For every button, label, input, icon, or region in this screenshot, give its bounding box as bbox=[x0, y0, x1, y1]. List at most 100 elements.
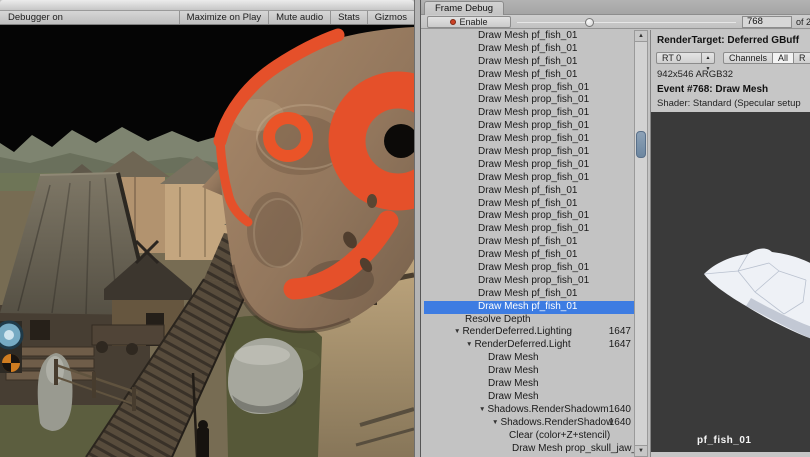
event-title: Event #768: Draw Mesh bbox=[657, 84, 768, 95]
event-label: Draw Mesh prop_fish_01 bbox=[478, 146, 589, 157]
event-row[interactable]: Draw Mesh prop_fish_01 bbox=[424, 172, 634, 185]
event-count: 1647 bbox=[609, 326, 631, 339]
tab-frame-debug[interactable]: Frame Debug bbox=[424, 1, 504, 15]
event-label: Draw Mesh pf_fish_01 bbox=[478, 56, 578, 67]
event-row[interactable]: Draw Mesh pf_fish_01 bbox=[424, 198, 634, 211]
scroll-down-icon[interactable]: ▼ bbox=[635, 445, 647, 456]
screenshot-root: Debugger on Maximize on PlayMute audioSt… bbox=[0, 0, 810, 457]
event-row[interactable]: Draw Mesh pf_fish_01 bbox=[424, 30, 634, 43]
event-label: Draw Mesh prop_fish_01 bbox=[478, 210, 589, 221]
event-row[interactable]: ▼Shadows.RenderShadowm1640 bbox=[424, 404, 634, 417]
frame-debugger-window: Frame Debug Enable 768 of 2 Draw Mesh pf… bbox=[420, 0, 810, 457]
event-row[interactable]: Draw Mesh prop_fish_01 bbox=[424, 146, 634, 159]
event-row[interactable]: Draw Mesh prop_fish_01 bbox=[424, 82, 634, 95]
event-row[interactable]: Draw Mesh prop_fish_01 bbox=[424, 133, 634, 146]
game-viewport[interactable] bbox=[0, 25, 414, 457]
event-label: Shadows.RenderShadow bbox=[500, 417, 613, 428]
event-row[interactable]: Draw Mesh prop_fish_01 bbox=[424, 262, 634, 275]
event-row[interactable]: ▼RenderDeferred.Lighting1647 bbox=[424, 326, 634, 339]
event-row[interactable]: ▼Shadows.RenderShadow1640 bbox=[424, 417, 634, 430]
rt-dropdown-caret-icon[interactable]: ▲▼ bbox=[702, 52, 715, 64]
event-row-selected[interactable]: Draw Mesh pf_fish_01 bbox=[424, 301, 634, 314]
event-row[interactable]: Draw Mesh prop_fish_01 bbox=[424, 107, 634, 120]
event-slider[interactable] bbox=[517, 16, 736, 28]
event-label: Draw Mesh pf_fish_01 bbox=[478, 288, 578, 299]
foldout-arrow-icon[interactable]: ▼ bbox=[466, 339, 472, 352]
scrollbar-thumb[interactable] bbox=[636, 131, 646, 158]
event-label: Draw Mesh prop_fish_01 bbox=[478, 133, 589, 144]
event-row[interactable]: Draw Mesh pf_fish_01 bbox=[424, 249, 634, 262]
shader-info: Shader: Standard (Specular setup bbox=[657, 98, 801, 109]
enable-button[interactable]: Enable bbox=[427, 16, 511, 28]
event-number-field[interactable]: 768 bbox=[742, 16, 792, 28]
event-row[interactable]: Draw Mesh prop_skull_jaw_r bbox=[424, 443, 634, 456]
event-label: Draw Mesh prop_skull_jaw_r bbox=[512, 443, 634, 454]
channel-all-button[interactable]: All bbox=[773, 52, 794, 64]
event-row[interactable]: Draw Mesh pf_fish_01 bbox=[424, 69, 634, 82]
event-label: Draw Mesh pf_fish_01 bbox=[478, 43, 578, 54]
frame-debug-toolbar: Enable 768 of 2 bbox=[421, 15, 810, 29]
event-label: Draw Mesh pf_fish_01 bbox=[478, 30, 578, 41]
event-row[interactable]: Draw Mesh bbox=[424, 365, 634, 378]
event-label: Draw Mesh bbox=[488, 352, 539, 363]
mesh-name-label: pf_fish_01 bbox=[697, 435, 751, 446]
event-row[interactable]: Draw Mesh prop_fish_01 bbox=[424, 94, 634, 107]
event-label: Draw Mesh pf_fish_01 bbox=[478, 69, 578, 80]
rt-dropdown[interactable]: RT 0 bbox=[656, 52, 702, 64]
event-row[interactable]: Draw Mesh prop_fish_01 bbox=[424, 275, 634, 288]
event-row[interactable]: Draw Mesh pf_fish_01 bbox=[424, 236, 634, 249]
event-label: Draw Mesh bbox=[488, 365, 539, 376]
mute-audio-button[interactable]: Mute audio bbox=[268, 11, 330, 24]
details-panel: RenderTarget: Deferred GBuff RT 0 ▲▼ Cha… bbox=[651, 30, 810, 457]
event-row[interactable]: Draw Mesh prop_fish_01 bbox=[424, 210, 634, 223]
foldout-arrow-icon[interactable]: ▼ bbox=[454, 326, 460, 339]
event-label: Draw Mesh pf_fish_01 bbox=[478, 301, 578, 312]
event-label: Draw Mesh prop_fish_01 bbox=[478, 107, 589, 118]
event-label: Draw Mesh prop_fish_01 bbox=[478, 159, 589, 170]
event-row[interactable]: Clear (color+Z+stencil) bbox=[424, 430, 634, 443]
event-row[interactable]: Draw Mesh pf_fish_01 bbox=[424, 185, 634, 198]
foldout-arrow-icon[interactable]: ▼ bbox=[479, 404, 485, 417]
record-dot-icon bbox=[450, 19, 456, 25]
event-total-label: of 2 bbox=[796, 17, 810, 27]
event-label: Draw Mesh prop_fish_01 bbox=[478, 172, 589, 183]
frame-debug-tabbar: Frame Debug bbox=[421, 0, 810, 15]
debugger-on-label: Debugger on bbox=[0, 12, 63, 23]
event-label: Draw Mesh prop_fish_01 bbox=[478, 120, 589, 131]
slider-handle[interactable] bbox=[585, 18, 594, 27]
preview-fish-mesh bbox=[651, 112, 810, 452]
event-count: 1640 bbox=[609, 404, 631, 417]
event-row[interactable]: Draw Mesh pf_fish_01 bbox=[424, 43, 634, 56]
game-view-top-edge bbox=[0, 0, 414, 11]
scroll-up-icon[interactable]: ▲ bbox=[635, 31, 647, 42]
maximize-on-play-button[interactable]: Maximize on Play bbox=[179, 11, 268, 24]
event-row[interactable]: Draw Mesh bbox=[424, 391, 634, 404]
event-row[interactable]: Draw Mesh prop_fish_01 bbox=[424, 159, 634, 172]
shield-prop bbox=[0, 321, 22, 373]
event-row[interactable]: Resolve Depth bbox=[424, 314, 634, 327]
event-label: Draw Mesh bbox=[488, 378, 539, 389]
event-label: Draw Mesh prop_fish_01 bbox=[478, 223, 589, 234]
event-row[interactable]: Draw Mesh prop_fish_01 bbox=[424, 223, 634, 236]
stats-button[interactable]: Stats bbox=[330, 11, 367, 24]
game-view-toolbar: Debugger on Maximize on PlayMute audioSt… bbox=[0, 11, 414, 25]
event-label: Draw Mesh prop_fish_01 bbox=[478, 262, 589, 273]
event-list: Draw Mesh pf_fish_01Draw Mesh pf_fish_01… bbox=[424, 30, 634, 457]
event-row[interactable]: Draw Mesh prop_fish_01 bbox=[424, 120, 634, 133]
mesh-preview: pf_fish_01 bbox=[651, 112, 810, 452]
foldout-arrow-icon[interactable]: ▼ bbox=[492, 417, 498, 430]
render-target-controls: RT 0 ▲▼ Channels All R bbox=[656, 51, 810, 64]
event-label: Shadows.RenderShadowm bbox=[487, 404, 608, 415]
slider-track bbox=[517, 22, 736, 23]
event-row[interactable]: Draw Mesh pf_fish_01 bbox=[424, 288, 634, 301]
event-list-scrollbar[interactable]: ▲ ▼ bbox=[634, 30, 648, 457]
event-label: Resolve Depth bbox=[465, 314, 531, 325]
channel-r-button[interactable]: R bbox=[794, 52, 810, 64]
gizmos-button[interactable]: Gizmos bbox=[367, 11, 414, 24]
event-row[interactable]: Draw Mesh bbox=[424, 378, 634, 391]
event-row[interactable]: Draw Mesh bbox=[424, 352, 634, 365]
event-row[interactable]: ▼RenderDeferred.Light1647 bbox=[424, 339, 634, 352]
channels-button[interactable]: Channels bbox=[723, 52, 773, 64]
event-row[interactable]: Draw Mesh pf_fish_01 bbox=[424, 56, 634, 69]
event-label: Draw Mesh pf_fish_01 bbox=[478, 249, 578, 260]
